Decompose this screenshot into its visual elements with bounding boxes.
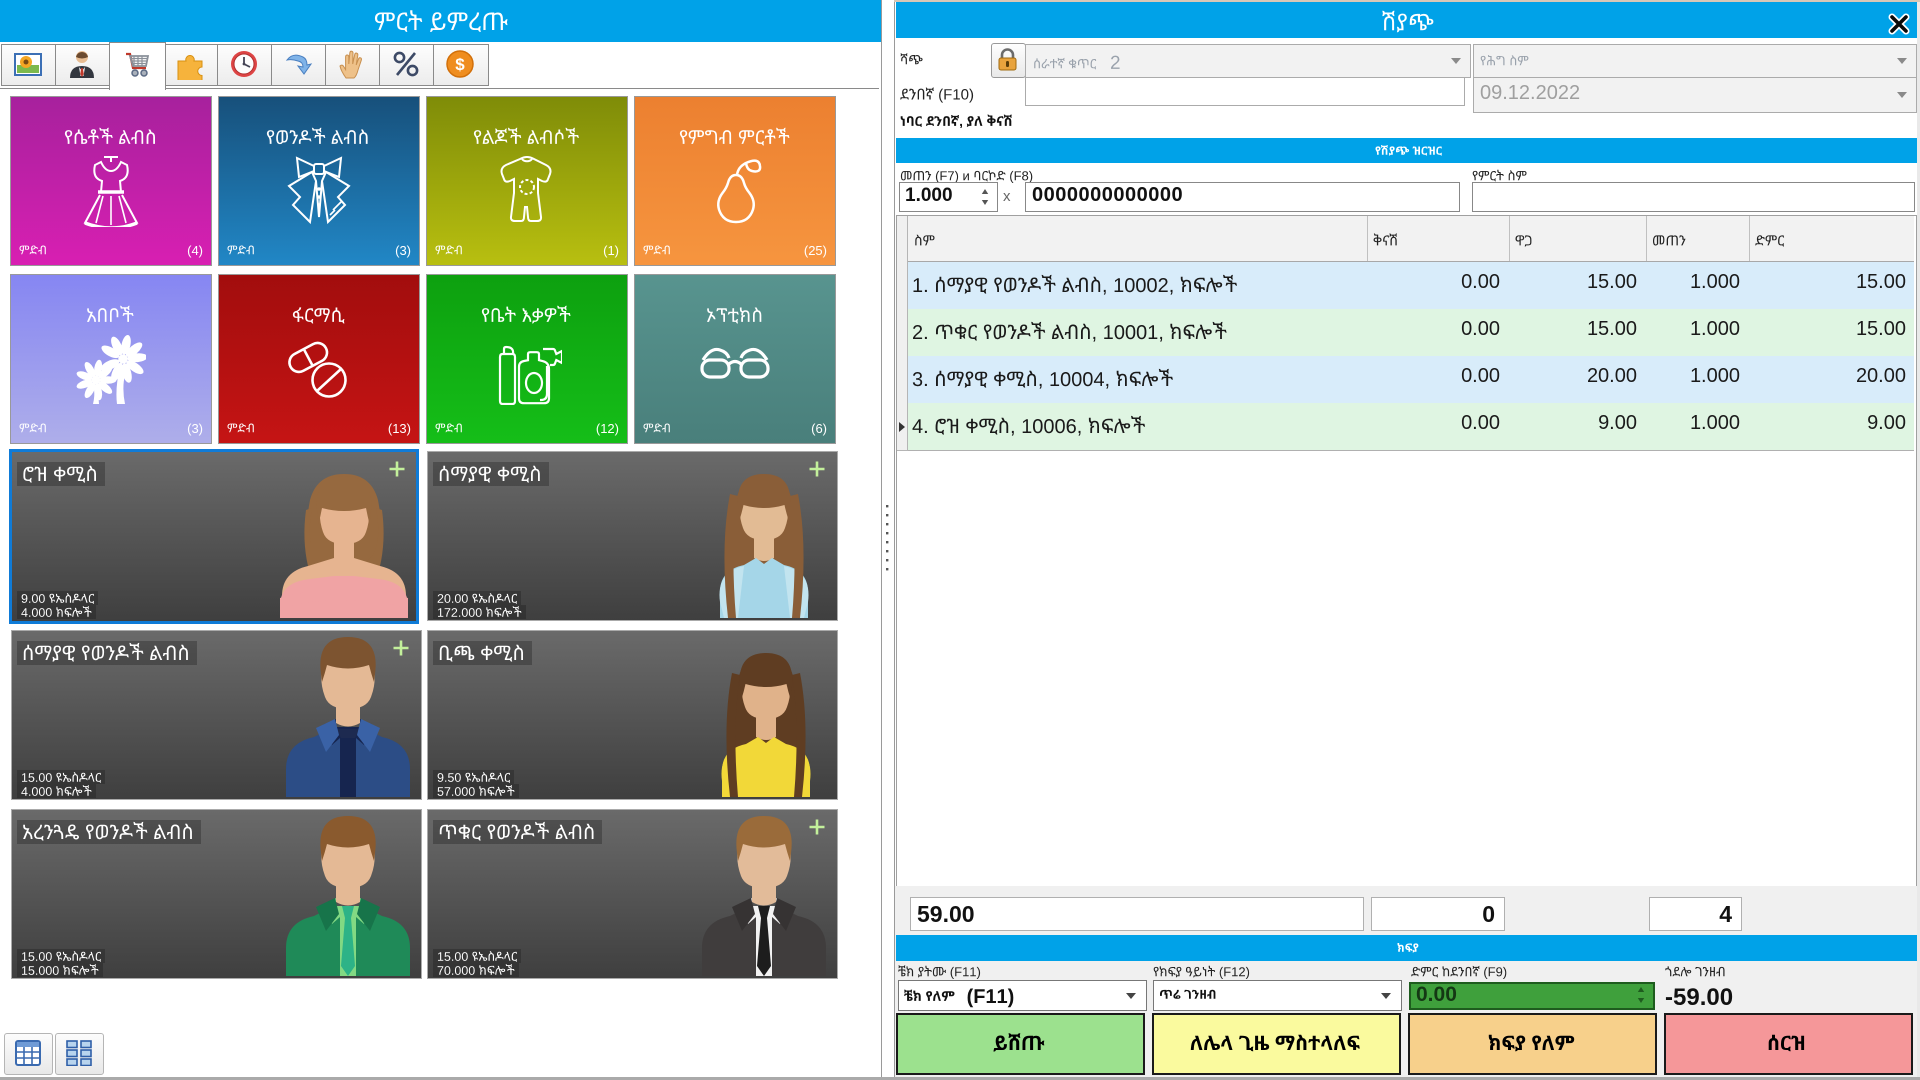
svg-text:$: $ — [455, 55, 465, 74]
